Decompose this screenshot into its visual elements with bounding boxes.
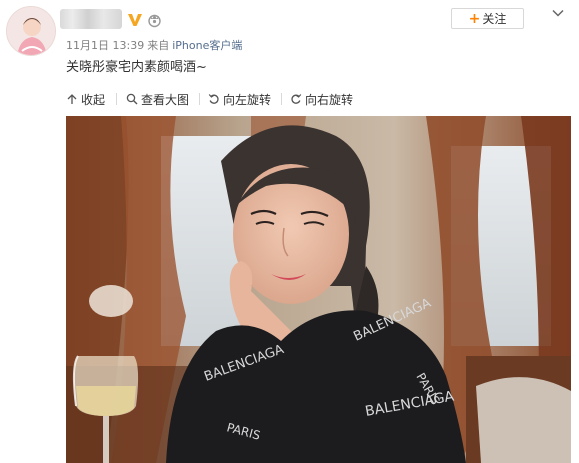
post-text: 关晓彤豪宅内素颜喝酒~: [66, 60, 207, 75]
collapse-button[interactable]: 收起: [66, 89, 105, 109]
source-prefix: 来自: [147, 39, 170, 52]
avatar[interactable]: [6, 6, 56, 56]
chevron-down-icon[interactable]: [551, 6, 565, 20]
rotate-right-label: 向右旋转: [305, 92, 354, 107]
username-obscured[interactable]: [60, 9, 122, 29]
level-icon: [148, 14, 161, 28]
rotate-left-label: 向左旋转: [223, 92, 272, 107]
rotate-right-icon: [291, 94, 302, 104]
follow-label: 关注: [482, 12, 507, 26]
collapse-label: 收起: [81, 92, 106, 107]
collapse-icon: [67, 94, 77, 104]
post-meta: 11月1日 13:39 来自 iPhone客户端: [66, 37, 245, 53]
rotate-left-button[interactable]: 向左旋转: [208, 89, 271, 109]
post-header: 11月1日 13:39 来自 iPhone客户端 关晓彤豪宅内素颜喝酒~ + 关注: [0, 0, 579, 88]
verified-badge-icon: [128, 14, 142, 26]
toolbar-divider: [281, 93, 282, 105]
rotate-left-icon: [208, 94, 219, 104]
plus-icon: +: [468, 10, 481, 27]
rotate-right-button[interactable]: 向右旋转: [290, 89, 353, 109]
photo-illustration: BALENCIAGA BALENCIAGA PARIS BALENCIAGA P…: [66, 116, 571, 463]
post-photo[interactable]: BALENCIAGA BALENCIAGA PARIS BALENCIAGA P…: [66, 116, 571, 463]
image-toolbar: 收起 查看大图 向左旋转 向右旋转: [0, 89, 579, 109]
post-source[interactable]: iPhone客户端: [172, 39, 242, 52]
view-large-button[interactable]: 查看大图: [126, 89, 189, 109]
toolbar-divider: [116, 93, 117, 105]
post-time[interactable]: 11月1日 13:39: [66, 39, 144, 52]
follow-button[interactable]: + 关注: [451, 8, 524, 29]
toolbar-divider: [199, 93, 200, 105]
view-large-label: 查看大图: [141, 92, 190, 107]
magnifier-icon: [126, 93, 138, 105]
